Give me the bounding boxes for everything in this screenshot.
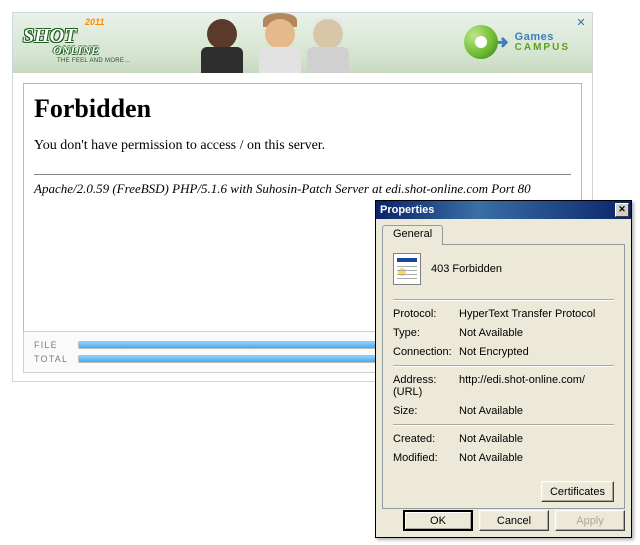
- tab-general[interactable]: General: [382, 225, 443, 245]
- properties-button-row: OK Cancel Apply: [403, 510, 625, 531]
- server-signature: Apache/2.0.59 (FreeBSD) PHP/5.1.6 with S…: [34, 181, 571, 197]
- separator: [393, 424, 614, 426]
- launcher-close-button[interactable]: ✕: [574, 17, 588, 31]
- shot-online-logo: 2011 SHOT ONLINE THE FEEL AND MORE...: [23, 17, 130, 64]
- properties-dialog[interactable]: Properties ✕ General 403 Forbidden Proto…: [375, 200, 632, 538]
- cancel-button[interactable]: Cancel: [479, 510, 549, 531]
- field-address: Address: (URL)http://edi.shot-online.com…: [393, 374, 614, 398]
- character-3: [299, 13, 357, 73]
- separator: [393, 365, 614, 367]
- field-size: Size:Not Available: [393, 405, 614, 417]
- field-modified: Modified:Not Available: [393, 452, 614, 464]
- total-progress-fill: [79, 356, 375, 362]
- error-heading: Forbidden: [34, 94, 571, 124]
- field-connection: Connection:Not Encrypted: [393, 346, 614, 358]
- file-progress-label: FILE: [34, 340, 78, 350]
- error-message: You don't have permission to access / on…: [34, 138, 571, 154]
- document-title: 403 Forbidden: [431, 263, 502, 275]
- gc-line2: CAMPUS: [515, 43, 570, 53]
- games-campus-logo: ➜ Games CAMPUS: [464, 25, 570, 59]
- logo-tagline: THE FEEL AND MORE...: [57, 58, 130, 64]
- properties-body: General 403 Forbidden Protocol:HyperText…: [376, 219, 631, 515]
- character-1: [193, 13, 251, 73]
- divider: [34, 174, 571, 175]
- launcher-header: 2011 SHOT ONLINE THE FEEL AND MORE... ➜ …: [13, 13, 592, 73]
- header-characters: [193, 13, 357, 73]
- total-progress-label: TOTAL: [34, 354, 78, 364]
- properties-titlebar[interactable]: Properties ✕: [376, 201, 631, 219]
- document-icon: [393, 253, 421, 285]
- properties-close-button[interactable]: ✕: [615, 203, 629, 217]
- field-created: Created:Not Available: [393, 433, 614, 445]
- certificates-button[interactable]: Certificates: [541, 481, 614, 502]
- ok-button[interactable]: OK: [403, 510, 473, 531]
- field-type: Type:Not Available: [393, 327, 614, 339]
- gc-line1: Games: [515, 32, 570, 43]
- games-campus-icon: [464, 25, 498, 59]
- separator: [393, 299, 614, 301]
- apply-button[interactable]: Apply: [555, 510, 625, 531]
- logo-year: 2011: [85, 17, 104, 27]
- tab-panel-general: 403 Forbidden Protocol:HyperText Transfe…: [382, 245, 625, 509]
- properties-title-text: Properties: [380, 204, 615, 216]
- tab-strip: General: [382, 225, 625, 245]
- logo-sub: ONLINE: [53, 43, 99, 58]
- field-protocol: Protocol:HyperText Transfer Protocol: [393, 308, 614, 320]
